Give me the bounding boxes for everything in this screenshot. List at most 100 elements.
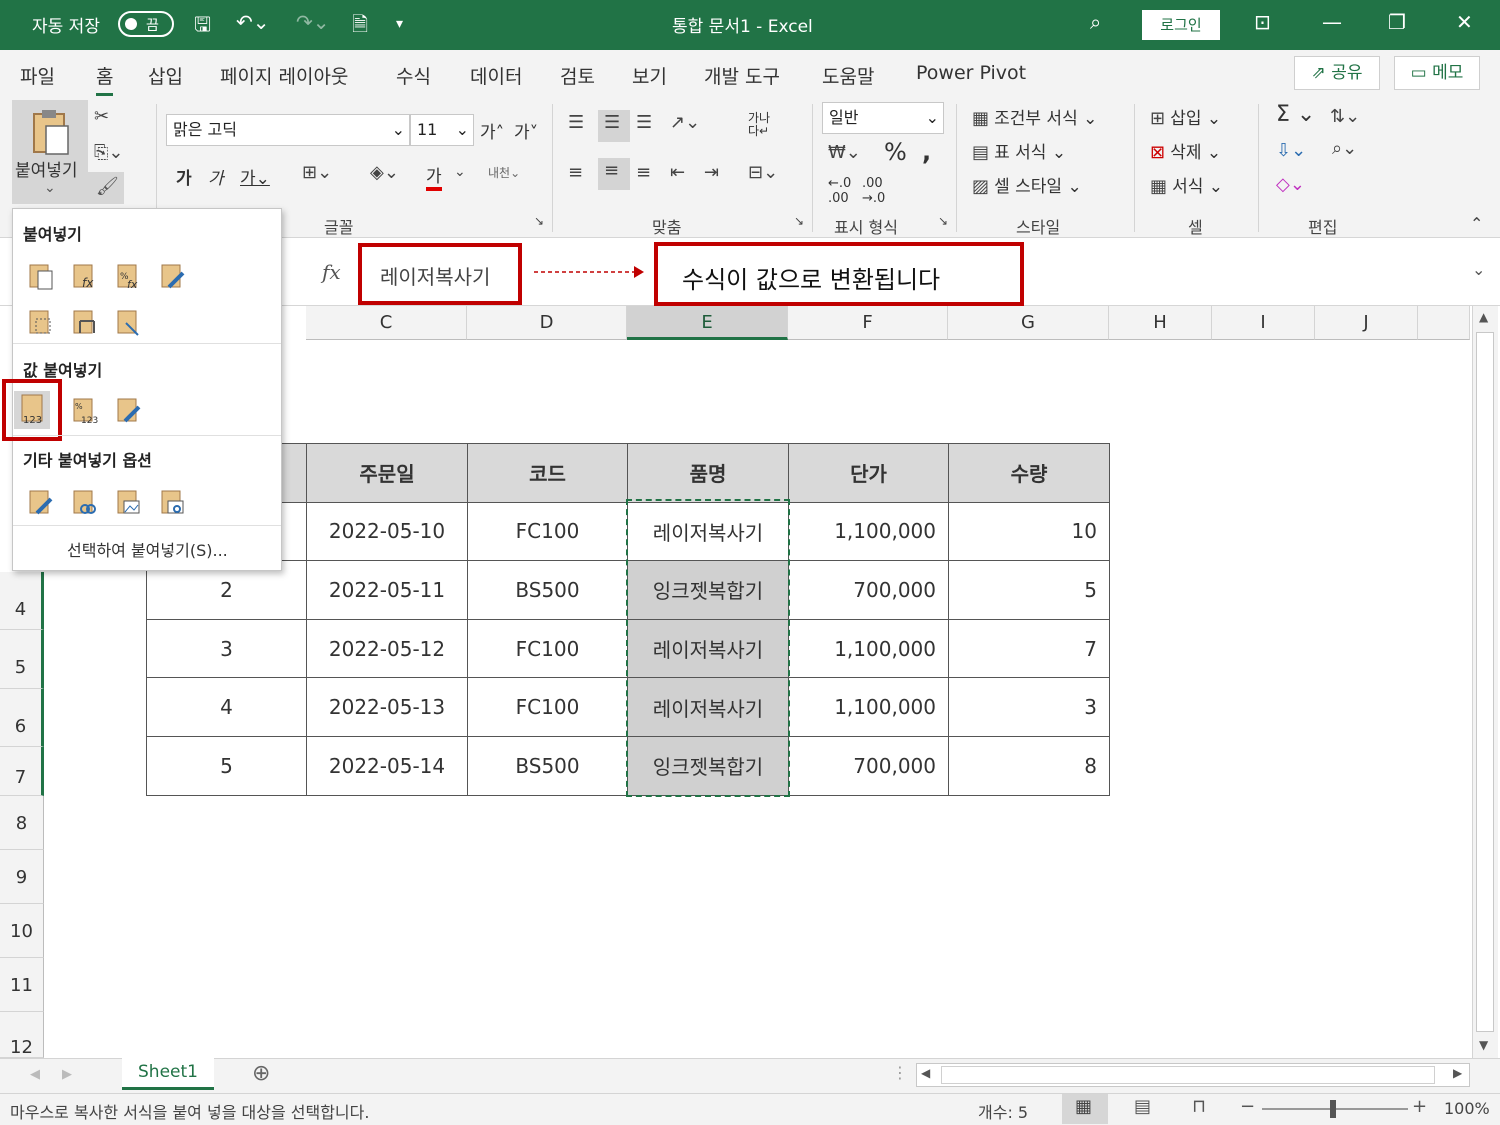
conditional-format-button[interactable]: ▦ 조건부 서식 ⌄ [972, 104, 1097, 129]
align-middle-button[interactable]: ☰ [598, 110, 630, 142]
font-color-icon[interactable]: 가 [426, 162, 442, 191]
decrease-decimal-icon[interactable]: .00 →.0 [862, 176, 885, 206]
customize-toolbar-icon[interactable]: ▾ [396, 16, 403, 32]
login-button[interactable]: 로그인 [1142, 10, 1220, 40]
col-header-d[interactable]: D [467, 306, 627, 340]
clear-icon[interactable]: ◇⌄ [1276, 174, 1305, 195]
font-size-select[interactable]: 11 ⌄ [410, 114, 474, 146]
copy-icon[interactable]: ⎘⌄ [94, 142, 123, 163]
vertical-scrollbar[interactable]: ▲ ▼ [1472, 306, 1498, 1058]
sheet-tab-sheet1[interactable]: Sheet1 [122, 1058, 214, 1090]
align-top-icon[interactable]: ☰ [568, 112, 584, 133]
tab-file[interactable]: 파일 [20, 62, 55, 89]
chevron-down-icon[interactable]: ⌄ [454, 164, 466, 180]
cell-qty[interactable]: 10 [948, 501, 1110, 562]
minimize-icon[interactable]: — [1322, 10, 1342, 34]
tab-review[interactable]: 검토 [560, 62, 595, 89]
row-header-7[interactable]: 7 [0, 747, 44, 796]
decrease-indent-icon[interactable]: ⇤ [670, 162, 685, 183]
cell-qty[interactable]: 3 [948, 677, 1110, 737]
phonetic-icon[interactable]: 내천⌄ [488, 164, 520, 181]
cell-code[interactable]: FC100 [467, 501, 628, 562]
paste-formatting-icon[interactable] [25, 487, 55, 517]
comma-icon[interactable]: , [922, 138, 931, 166]
scroll-left-icon[interactable]: ◀ [921, 1066, 930, 1080]
add-sheet-icon[interactable]: ⊕ [252, 1061, 270, 1086]
cell-no[interactable]: 3 [146, 618, 307, 679]
col-header-k[interactable] [1418, 306, 1470, 340]
zoom-in-icon[interactable]: + [1412, 1096, 1427, 1117]
normal-view-button[interactable]: ▦ [1062, 1094, 1108, 1124]
align-bottom-icon[interactable]: ☰ [636, 112, 652, 133]
percent-icon[interactable]: % [884, 138, 907, 166]
tab-insert[interactable]: 삽입 [148, 62, 183, 89]
header-cell[interactable]: 수량 [948, 443, 1110, 503]
collapse-ribbon-icon[interactable]: ⌃ [1470, 214, 1483, 233]
redo-icon[interactable]: ↷⌄ [296, 10, 330, 34]
orientation-icon[interactable]: ↗⌄ [670, 112, 700, 133]
tab-help[interactable]: 도움말 [822, 62, 874, 89]
format-painter-button[interactable]: 🖌 [88, 172, 124, 204]
row-header-4[interactable]: 4 [0, 572, 44, 630]
paste-no-borders-icon[interactable] [25, 307, 55, 337]
header-cell[interactable]: 주문일 [306, 443, 468, 503]
undo-icon[interactable]: ↶⌄ [236, 10, 270, 34]
cell-code[interactable]: BS500 [467, 735, 628, 796]
cell-date[interactable]: 2022-05-11 [306, 560, 468, 620]
horizontal-scroll-thumb[interactable] [941, 1066, 1435, 1084]
cell-code[interactable]: BS500 [467, 560, 628, 620]
col-header-g[interactable]: G [948, 306, 1109, 340]
accounting-format-icon[interactable]: ₩⌄ [828, 142, 861, 163]
align-right-icon[interactable]: ≡ [636, 162, 651, 183]
cell-style-button[interactable]: ▨ 셀 스타일 ⌄ [972, 172, 1082, 197]
header-cell[interactable]: 코드 [467, 443, 628, 503]
col-header-c[interactable]: C [306, 306, 467, 340]
cell-price[interactable]: 1,100,000 [788, 677, 949, 737]
font-name-select[interactable]: 맑은 고딕 ⌄ [166, 114, 410, 146]
cell-code[interactable]: FC100 [467, 618, 628, 679]
save-icon[interactable]: 🖫 [194, 10, 211, 44]
paste-values-number-format-icon[interactable]: % 123 [69, 395, 99, 425]
format-cells-button[interactable]: ▦ 서식 ⌄ [1150, 172, 1223, 197]
zoom-slider-thumb[interactable] [1330, 1100, 1336, 1118]
cell-date[interactable]: 2022-05-12 [306, 618, 468, 679]
row-header-11[interactable]: 11 [0, 958, 44, 1012]
zoom-out-icon[interactable]: − [1240, 1096, 1255, 1117]
tab-developer[interactable]: 개발 도구 [704, 62, 780, 89]
table-format-button[interactable]: ▤ 표 서식 ⌄ [972, 138, 1066, 163]
restore-icon[interactable]: ❐ [1388, 10, 1406, 34]
cell-price[interactable]: 1,100,000 [788, 501, 949, 562]
fill-color-icon[interactable]: ◈⌄ [370, 162, 399, 183]
dialog-launcher-icon[interactable]: ↘ [534, 214, 544, 228]
dialog-launcher-icon[interactable]: ↘ [794, 214, 804, 228]
italic-icon[interactable]: 가 [208, 164, 224, 189]
col-header-f[interactable]: F [788, 306, 948, 340]
col-header-h[interactable]: H [1109, 306, 1212, 340]
paste-values-button[interactable]: 123 [14, 391, 50, 429]
row-header-6[interactable]: 6 [0, 689, 44, 747]
align-left-icon[interactable]: ≡ [568, 162, 583, 183]
ribbon-display-icon[interactable]: ⊡ [1254, 10, 1271, 34]
row-header-8[interactable]: 8 [0, 796, 44, 850]
scroll-right-icon[interactable]: ▶ [1453, 1066, 1462, 1080]
sort-filter-icon[interactable]: ⇅⌄ [1330, 106, 1360, 127]
paste-formulas-number-format-icon[interactable]: %fx [113, 261, 143, 291]
zoom-level[interactable]: 100% [1444, 1099, 1490, 1118]
scroll-down-icon[interactable]: ▼ [1479, 1038, 1488, 1052]
close-icon[interactable]: ✕ [1456, 10, 1473, 34]
print-preview-icon[interactable]: 🗎 [352, 10, 368, 44]
paste-picture-icon[interactable] [113, 487, 143, 517]
align-center-button[interactable]: ≡ [598, 158, 630, 190]
merge-center-icon[interactable]: ⊟⌄ [748, 162, 778, 183]
row-header-9[interactable]: 9 [0, 850, 44, 904]
cell-no[interactable]: 5 [146, 735, 307, 796]
tab-view[interactable]: 보기 [632, 62, 667, 89]
tab-power-pivot[interactable]: Power Pivot [916, 62, 1026, 84]
border-icon[interactable]: ⊞⌄ [302, 162, 332, 183]
col-header-j[interactable]: J [1315, 306, 1418, 340]
prev-sheet-icon[interactable]: ◀ [30, 1067, 40, 1082]
paste-special-menu-item[interactable]: 선택하여 붙여넣기(S)... [67, 537, 228, 561]
page-break-view-icon[interactable]: ⊓ [1192, 1096, 1206, 1117]
col-header-i[interactable]: I [1212, 306, 1315, 340]
delete-cells-button[interactable]: ⊠ 삭제 ⌄ [1150, 138, 1221, 163]
